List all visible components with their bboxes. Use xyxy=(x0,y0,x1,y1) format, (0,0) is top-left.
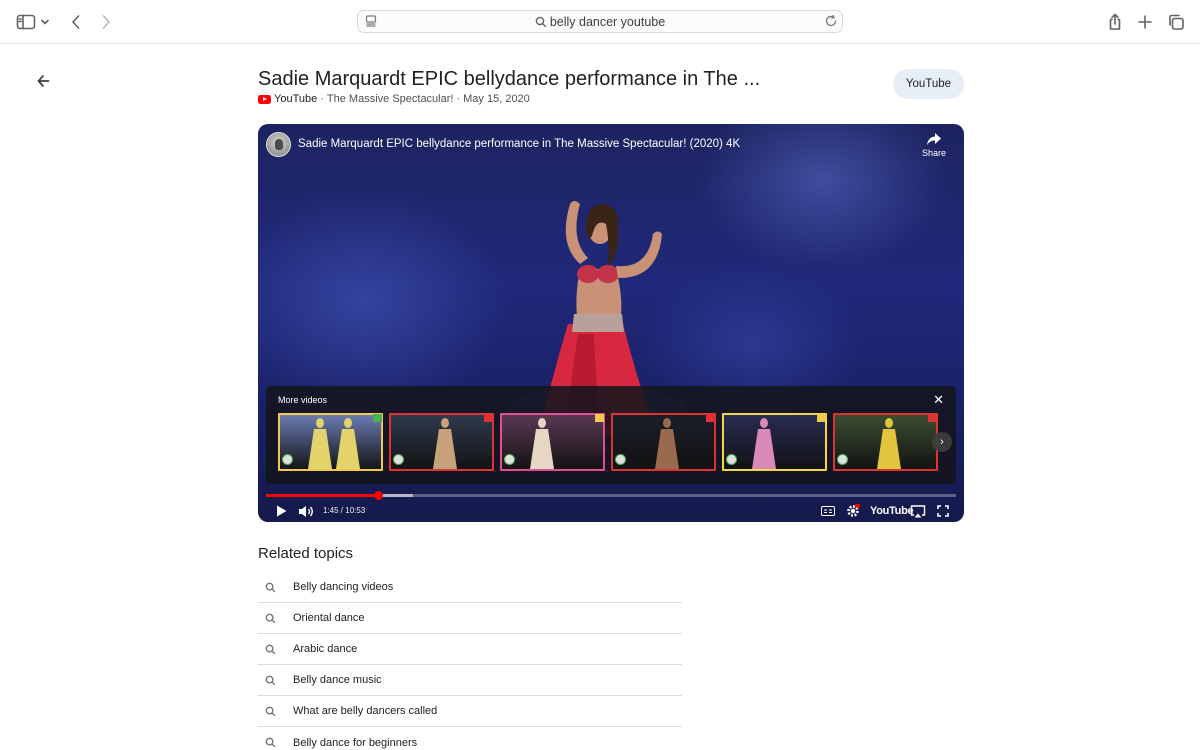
video-thumbnail[interactable] xyxy=(722,413,827,471)
channel-avatar[interactable] xyxy=(266,132,291,157)
video-thumbnail[interactable] xyxy=(833,413,938,471)
channel-logo-icon xyxy=(837,454,848,465)
channel-logo-icon xyxy=(282,454,293,465)
video-thumbnail[interactable] xyxy=(278,413,383,471)
more-videos-panel: More videos ✕ › xyxy=(266,386,956,484)
channel-logo-icon xyxy=(504,454,515,465)
related-topics-list: Belly dancing videos Oriental dance Arabic… xyxy=(258,572,682,750)
share-label: Share xyxy=(922,148,947,158)
search-icon xyxy=(258,675,293,686)
search-query-text: belly dancer youtube xyxy=(549,15,666,29)
related-topic-item[interactable]: Oriental dance xyxy=(258,603,682,634)
quality-badge-icon xyxy=(484,414,493,422)
thumbnail-figure xyxy=(308,418,360,469)
related-topic-item[interactable]: Arabic dance xyxy=(258,634,682,665)
address-query: belly dancer youtube xyxy=(358,15,842,29)
related-topic-item[interactable]: Belly dance music xyxy=(258,665,682,696)
search-icon xyxy=(258,613,293,624)
progress-bar[interactable] xyxy=(266,491,956,500)
tab-overview-icon[interactable] xyxy=(1164,10,1188,34)
captions-icon[interactable] xyxy=(820,502,836,520)
result-title[interactable]: Sadie Marquardt EPIC bellydance performa… xyxy=(258,68,760,91)
progress-played xyxy=(266,494,379,497)
forward-button[interactable] xyxy=(94,10,118,34)
related-topic-label: Belly dance for beginners xyxy=(293,736,418,749)
youtube-brand-link[interactable]: YouTube xyxy=(870,505,914,517)
new-tab-icon[interactable] xyxy=(1133,10,1157,34)
channel-logo-icon xyxy=(393,454,404,465)
video-thumbnail[interactable] xyxy=(389,413,494,471)
player-share-button[interactable]: Share xyxy=(922,132,946,158)
thumbnail-figure xyxy=(655,418,679,469)
channel-logo-icon xyxy=(726,454,737,465)
meta-separator: · xyxy=(456,93,461,105)
chevron-right-icon[interactable]: › xyxy=(932,432,952,452)
search-icon xyxy=(258,706,293,717)
quality-badge-icon xyxy=(373,414,382,422)
sidebar-toggle-icon[interactable] xyxy=(14,10,38,34)
result-date: May 15, 2020 xyxy=(463,93,530,105)
quality-badge-icon xyxy=(928,414,937,422)
search-icon xyxy=(258,582,293,593)
player-controls: 1:45 / 10:53 YouTube xyxy=(258,500,964,522)
youtube-chip-button[interactable]: YouTube xyxy=(893,69,964,99)
related-topic-label: What are belly dancers called xyxy=(293,705,438,717)
thumbnail-figure xyxy=(530,418,554,469)
related-topic-label: Belly dance music xyxy=(293,674,382,686)
fullscreen-icon[interactable] xyxy=(936,502,950,520)
time-display: 1:45 / 10:53 xyxy=(323,506,366,515)
share-icon[interactable] xyxy=(1103,10,1127,34)
related-topics-heading: Related topics xyxy=(258,545,354,562)
reload-icon[interactable] xyxy=(824,14,838,33)
address-bar[interactable]: belly dancer youtube xyxy=(357,10,843,33)
video-thumbnail[interactable] xyxy=(500,413,605,471)
thumbnail-figure xyxy=(433,418,457,469)
play-icon[interactable] xyxy=(274,502,288,520)
related-topic-label: Arabic dance xyxy=(293,643,358,655)
related-topic-item[interactable]: What are belly dancers called xyxy=(258,696,682,727)
related-topic-label: Belly dancing videos xyxy=(293,581,394,593)
quality-badge-icon xyxy=(595,414,604,422)
video-thumbnail[interactable] xyxy=(611,413,716,471)
search-icon xyxy=(535,16,547,28)
settings-gear-icon[interactable] xyxy=(845,502,861,520)
result-source: YouTube xyxy=(274,93,318,105)
youtube-logo-icon xyxy=(258,94,271,104)
related-topic-item[interactable]: Belly dance for beginners xyxy=(258,727,682,750)
thumbnail-figure xyxy=(877,418,901,469)
quality-badge-icon xyxy=(706,414,715,422)
player-title[interactable]: Sadie Marquardt EPIC bellydance performa… xyxy=(298,138,740,150)
thumbnail-figure xyxy=(752,418,776,469)
video-player[interactable]: Sadie Marquardt EPIC bellydance performa… xyxy=(258,124,964,522)
progress-handle[interactable] xyxy=(374,491,384,500)
quality-badge-icon xyxy=(817,414,826,422)
airplay-icon[interactable] xyxy=(910,502,926,520)
search-icon xyxy=(258,737,293,748)
close-icon[interactable]: ✕ xyxy=(933,392,944,408)
browser-toolbar: belly dancer youtube xyxy=(0,0,1200,44)
related-topic-label: Oriental dance xyxy=(293,612,365,624)
result-meta: YouTube · The Massive Spectacular! · May… xyxy=(258,93,530,105)
meta-separator: · xyxy=(320,93,324,105)
chevron-down-icon[interactable] xyxy=(38,10,52,34)
channel-logo-icon xyxy=(615,454,626,465)
back-arrow-icon[interactable] xyxy=(32,70,54,92)
more-videos-list xyxy=(278,413,938,471)
share-arrow-icon xyxy=(927,133,941,145)
related-topic-item[interactable]: Belly dancing videos xyxy=(258,572,682,603)
volume-icon[interactable] xyxy=(298,502,314,520)
back-button[interactable] xyxy=(64,10,88,34)
result-channel: The Massive Spectacular! xyxy=(326,93,454,105)
search-icon xyxy=(258,644,293,655)
more-videos-label: More videos xyxy=(278,395,328,405)
